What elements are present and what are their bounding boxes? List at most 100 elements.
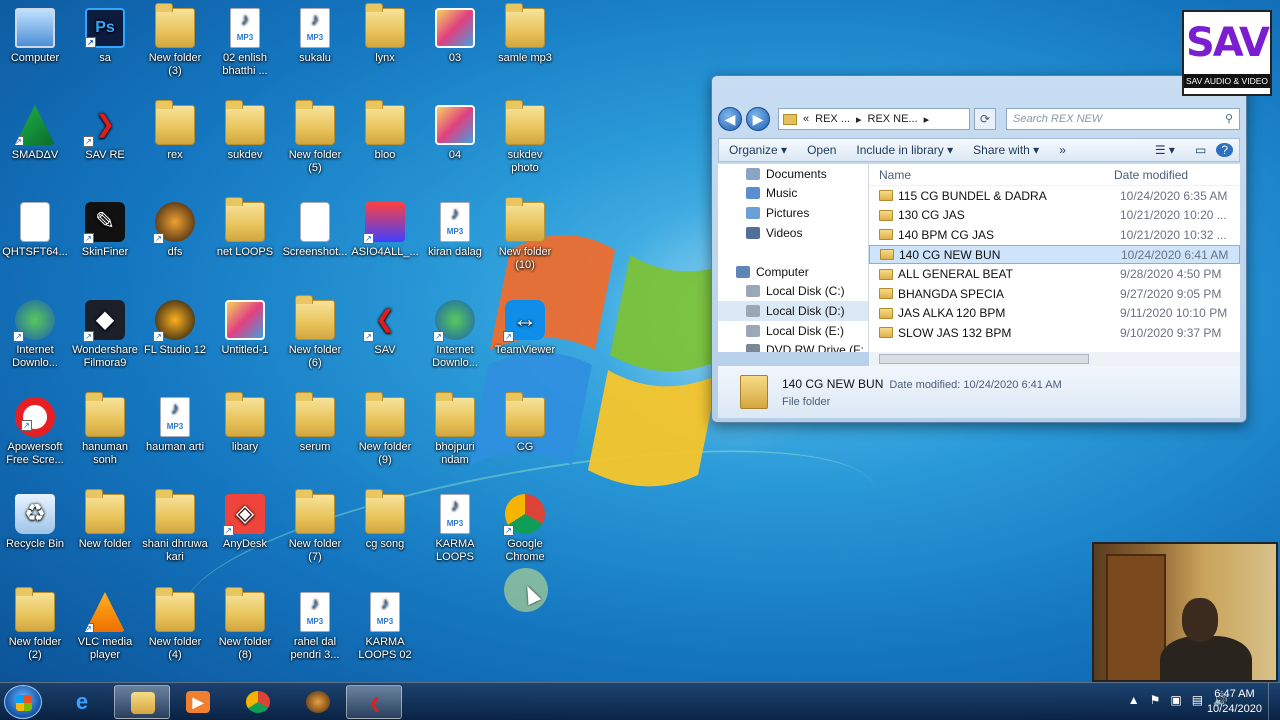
tray-network-icon[interactable]: ▤	[1192, 693, 1203, 707]
desktop-icon-google-chrome[interactable]: ↗ Google Chrome	[490, 494, 560, 564]
desktop-icon-new-folder-3[interactable]: New folder (3)	[140, 3, 210, 78]
desktop-icon-sav[interactable]: ❮ ↗ SAV	[350, 300, 420, 357]
desktop-icon-03[interactable]: 03	[420, 8, 490, 65]
desktop-icon-new-folder-5[interactable]: New folder (5)	[280, 100, 350, 175]
desktop-icon-apowersoft-free-scre[interactable]: ↗ Apowersoft Free Scre...	[0, 397, 70, 467]
desktop-icon-sa[interactable]: Ps ↗ sa	[70, 8, 140, 65]
desktop-icon-04[interactable]: 04	[420, 105, 490, 162]
desktop-icon-rex[interactable]: rex	[140, 100, 210, 162]
search-input[interactable]: Search REX NEW ⚲	[1006, 108, 1240, 130]
taskbar-media-player[interactable]: ▶	[170, 685, 226, 719]
desktop-icon-lynx[interactable]: lynx	[350, 3, 420, 65]
file-row[interactable]: 140 CG NEW BUN 10/24/2020 6:41 AM	[869, 244, 1240, 265]
show-desktop-button[interactable]	[1268, 683, 1280, 720]
desktop-icon-new-folder[interactable]: New folder	[70, 489, 140, 551]
tray-flag-icon[interactable]: ⚑	[1150, 693, 1161, 707]
desktop-icon-sav-re[interactable]: ❯ ↗ SAV RE	[70, 105, 140, 162]
desktop-icon-new-folder-8[interactable]: New folder (8)	[210, 587, 280, 662]
desktop-icon-teamviewer[interactable]: ↔ ↗ TeamViewer	[490, 300, 560, 357]
desktop-icon-new-folder-7[interactable]: New folder (7)	[280, 489, 350, 564]
desktop-icon-bhojpuri-ndam[interactable]: bhojpuri ndam	[420, 392, 490, 467]
desktop-icon-new-folder-2[interactable]: New folder (2)	[0, 587, 70, 662]
desktop-icon-sukdev[interactable]: sukdev	[210, 100, 280, 162]
nav-item-local-disk-d-[interactable]: Local Disk (D:)	[718, 301, 868, 321]
desktop-icon-cg[interactable]: CG	[490, 392, 560, 454]
tray-app-icon[interactable]: ▣	[1170, 693, 1181, 707]
desktop-icon-karma-loops[interactable]: ♪ MP3 KARMA LOOPS	[420, 494, 490, 564]
column-name[interactable]: Name	[869, 168, 1114, 182]
start-button[interactable]	[4, 685, 42, 719]
desktop-icon-new-folder-4[interactable]: New folder (4)	[140, 587, 210, 662]
help-icon[interactable]: ?	[1216, 143, 1233, 157]
file-row[interactable]: SLOW JAS 132 BPM 9/10/2020 9:37 PM	[869, 323, 1240, 343]
scroll-thumb[interactable]	[879, 354, 1089, 364]
breadcrumb-sep[interactable]: ▸	[856, 113, 862, 126]
desktop-icon-untitled-1[interactable]: Untitled-1	[210, 300, 280, 357]
file-row[interactable]: JAS ALKA 120 BPM 9/11/2020 10:10 PM	[869, 304, 1240, 324]
desktop-icon-computer[interactable]: Computer	[0, 8, 70, 65]
nav-item-pictures[interactable]: Pictures	[718, 203, 868, 223]
back-button[interactable]: ◀	[718, 107, 742, 131]
desktop-icon-libary[interactable]: libary	[210, 392, 280, 454]
taskbar-chrome[interactable]	[230, 685, 286, 719]
desktop-icon-anydesk[interactable]: ◈ ↗ AnyDesk	[210, 494, 280, 551]
nav-item-music[interactable]: Music	[718, 184, 868, 204]
desktop-icon-new-folder-6[interactable]: New folder (6)	[280, 295, 350, 370]
nav-item-computer[interactable]: Computer	[718, 262, 868, 282]
desktop-icon-net-loops[interactable]: net LOOPS	[210, 197, 280, 259]
file-row[interactable]: 115 CG BUNDEL & DADRA 10/24/2020 6:35 AM	[869, 186, 1240, 206]
horizontal-scrollbar[interactable]	[869, 352, 1240, 366]
preview-pane-icon[interactable]: ▭	[1185, 143, 1216, 157]
explorer-window[interactable]: ◀ ▶ « REX ... ▸ REX NE... ▸ ⟳ Search REX…	[711, 75, 1247, 423]
desktop-icon-recycle-bin[interactable]: ♻ Recycle Bin	[0, 494, 70, 551]
desktop-icon-sukalu[interactable]: ♪ MP3 sukalu	[280, 8, 350, 65]
desktop-icon-new-folder-10[interactable]: New folder (10)	[490, 197, 560, 272]
file-row[interactable]: BHANGDA SPECIA 9/27/2020 9:05 PM	[869, 284, 1240, 304]
desktop-icon-rahel-dal-pendri-3[interactable]: ♪ MP3 rahel dal pendri 3...	[280, 592, 350, 662]
desktop-icon-new-folder-9[interactable]: New folder (9)	[350, 392, 420, 467]
nav-item-dvd-rw-drive-f-[interactable]: DVD RW Drive (F:	[718, 340, 868, 352]
address-bar[interactable]: « REX ... ▸ REX NE... ▸	[778, 108, 970, 130]
desktop-icon-bloo[interactable]: bloo	[350, 100, 420, 162]
desktop-icon-internet-downlo[interactable]: ↗ Internet Downlo...	[420, 300, 490, 370]
desktop-icon-screenshot[interactable]: Screenshot...	[280, 202, 350, 259]
file-row[interactable]: 130 CG JAS 10/21/2020 10:20 ...	[869, 206, 1240, 226]
breadcrumb-rex[interactable]: REX ...	[815, 113, 850, 125]
desktop-icon-fl-studio-12[interactable]: ↗ FL Studio 12	[140, 300, 210, 357]
taskbar-app[interactable]	[290, 685, 346, 719]
taskbar-sav[interactable]: ❮	[346, 685, 402, 719]
desktop-icon-qhtsft64[interactable]: QHTSFT64...	[0, 202, 70, 259]
desktop-icon-skinfiner[interactable]: ✎ ↗ SkinFiner	[70, 202, 140, 259]
desktop-icon-vlc-media-player[interactable]: ↗ VLC media player	[70, 592, 140, 662]
desktop-icon-smadv[interactable]: ↗ SMADΔV	[0, 105, 70, 162]
more-commands-button[interactable]: »	[1049, 143, 1076, 157]
desktop-icon-asio4all[interactable]: ↗ ASIO4ALL_...	[350, 202, 420, 259]
desktop-icon-dfs[interactable]: ↗ dfs	[140, 202, 210, 259]
desktop-icon-karma-loops-02[interactable]: ♪ MP3 KARMA LOOPS 02	[350, 592, 420, 662]
desktop-icon-wondershare-filmora9[interactable]: ◆ ↗ Wondershare Filmora9	[70, 300, 140, 370]
navigation-pane[interactable]: Documents Music Pictures Videos Computer Loca…	[718, 164, 869, 352]
taskbar-internet-explorer[interactable]: e	[54, 685, 110, 719]
search-icon[interactable]: ⚲	[1225, 112, 1233, 125]
breadcrumb-rex-new[interactable]: REX NE...	[868, 113, 918, 125]
desktop-icon-serum[interactable]: serum	[280, 392, 350, 454]
file-list[interactable]: Name Date modified 115 CG BUNDEL & DADRA…	[869, 164, 1240, 352]
forward-button[interactable]: ▶	[746, 107, 770, 131]
file-row[interactable]: 140 BPM CG JAS 10/21/2020 10:32 ...	[869, 225, 1240, 245]
desktop-icon-02-enlish-bhatthi-[interactable]: ♪ MP3 02 enlish bhatthi ...	[210, 8, 280, 78]
desktop-icon-internet-downlo[interactable]: ↗ Internet Downlo...	[0, 300, 70, 370]
desktop-icon-hanuman-sonh[interactable]: hanuman sonh	[70, 392, 140, 467]
nav-item-videos[interactable]: Videos	[718, 223, 868, 243]
view-options-icon[interactable]: ☰ ▾	[1145, 143, 1185, 157]
column-date-modified[interactable]: Date modified	[1114, 168, 1188, 182]
open-button[interactable]: Open	[797, 143, 846, 157]
desktop-icon-kiran-dalag[interactable]: ♪ MP3 kiran dalag	[420, 202, 490, 259]
tray-expand-icon[interactable]: ▲	[1128, 693, 1140, 707]
nav-item-local-disk-c-[interactable]: Local Disk (C:)	[718, 282, 868, 302]
include-in-library-button[interactable]: Include in library ▾	[846, 143, 963, 157]
organize-button[interactable]: Organize ▾	[719, 143, 797, 157]
clock[interactable]: 6:47 AM 10/24/2020	[1207, 687, 1262, 717]
desktop-icon-sukdev-photo[interactable]: sukdev photo	[490, 100, 560, 175]
nav-item-documents[interactable]: Documents	[718, 164, 868, 184]
nav-item-local-disk-e-[interactable]: Local Disk (E:)	[718, 321, 868, 341]
